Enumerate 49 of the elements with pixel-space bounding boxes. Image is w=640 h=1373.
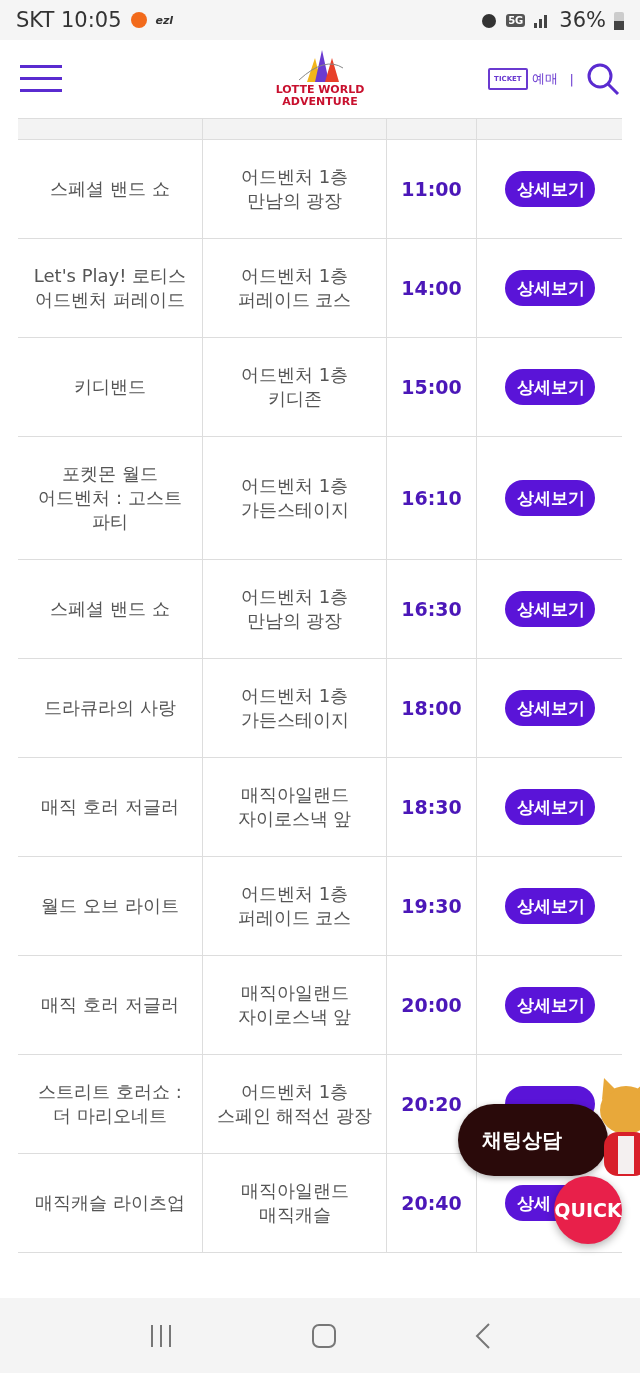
ticket-link[interactable]: 예매 — [531, 70, 558, 88]
detail-button[interactable]: 상세보기 — [504, 789, 595, 825]
location-cell: 어드벤처 1층 키디존 — [203, 338, 387, 436]
detail-button[interactable]: 상세보기 — [504, 480, 595, 516]
logo-text: ADVENTURE — [282, 96, 358, 108]
time-cell: 11:00 — [387, 140, 477, 238]
show-title-cell: 월드 오브 라이트 — [18, 857, 203, 955]
location-cell: 매직아일랜드 매직캐슬 — [203, 1154, 387, 1252]
detail-button[interactable]: 상세보기 — [504, 591, 595, 627]
separator: | — [569, 71, 574, 87]
time-cell: 19:30 — [387, 857, 477, 955]
detail-button[interactable]: 상세보기 — [504, 171, 595, 207]
app-label: ezl — [155, 13, 174, 27]
show-title-cell: 매직 호러 저글러 — [18, 956, 203, 1054]
location-cell: 어드벤처 1층 만남의 광장 — [203, 560, 387, 658]
time-cell: 14:00 — [387, 239, 477, 337]
location-cell: 어드벤처 1층 스페인 해적선 광장 — [203, 1055, 387, 1153]
detail-button[interactable]: 상세보기 — [504, 987, 595, 1023]
time-cell: 15:00 — [387, 338, 477, 436]
time-cell: 16:10 — [387, 437, 477, 559]
show-title-cell: 스페셜 밴드 쇼 — [18, 560, 203, 658]
show-title-cell: 포켓몬 월드 어드벤처 : 고스트 파티 — [18, 437, 203, 559]
detail-button[interactable]: 상세보기 — [504, 888, 595, 924]
time-cell: 16:30 — [387, 560, 477, 658]
detail-button[interactable]: 상세보기 — [504, 369, 595, 405]
time-cell: 18:00 — [387, 659, 477, 757]
location-cell: 어드벤처 1층 퍼레이드 코스 — [203, 857, 387, 955]
battery-percent: 36% — [559, 8, 606, 32]
location-cell: 어드벤처 1층 가든스테이지 — [203, 659, 387, 757]
show-title-cell: 키디밴드 — [18, 338, 203, 436]
network-label: 5G — [506, 13, 526, 27]
show-title-cell: 스페셜 밴드 쇼 — [18, 140, 203, 238]
location-cell: 매직아일랜드 자이로스낵 앞 — [203, 758, 387, 856]
show-title-cell: Let's Play! 로티스 어드벤처 퍼레이드 — [18, 239, 203, 337]
show-title-cell: 매직 호러 저글러 — [18, 758, 203, 856]
quick-menu[interactable]: QUICK — [554, 1176, 622, 1244]
location-cell: 매직아일랜드 자이로스낵 앞 — [203, 956, 387, 1054]
show-title-cell: 스트리트 호러쇼 : 더 마리오네트 — [18, 1055, 203, 1153]
logo-text: LOTTE WORLD — [275, 84, 365, 96]
show-title-cell: 매직캐슬 라이츠업 — [18, 1154, 203, 1252]
status-time: SKT 10:05 — [16, 8, 122, 32]
location-cell: 어드벤처 1층 가든스테이지 — [203, 437, 387, 559]
detail-button[interactable]: 상세보기 — [504, 690, 595, 726]
location-cell: 어드벤처 1층 만남의 광장 — [203, 140, 387, 238]
location-cell: 어드벤처 1층 퍼레이드 코스 — [203, 239, 387, 337]
show-title-cell: 드라큐라의 사랑 — [18, 659, 203, 757]
time-cell: 20:00 — [387, 956, 477, 1054]
time-cell: 18:30 — [387, 758, 477, 856]
detail-button[interactable]: 상세보기 — [504, 270, 595, 306]
